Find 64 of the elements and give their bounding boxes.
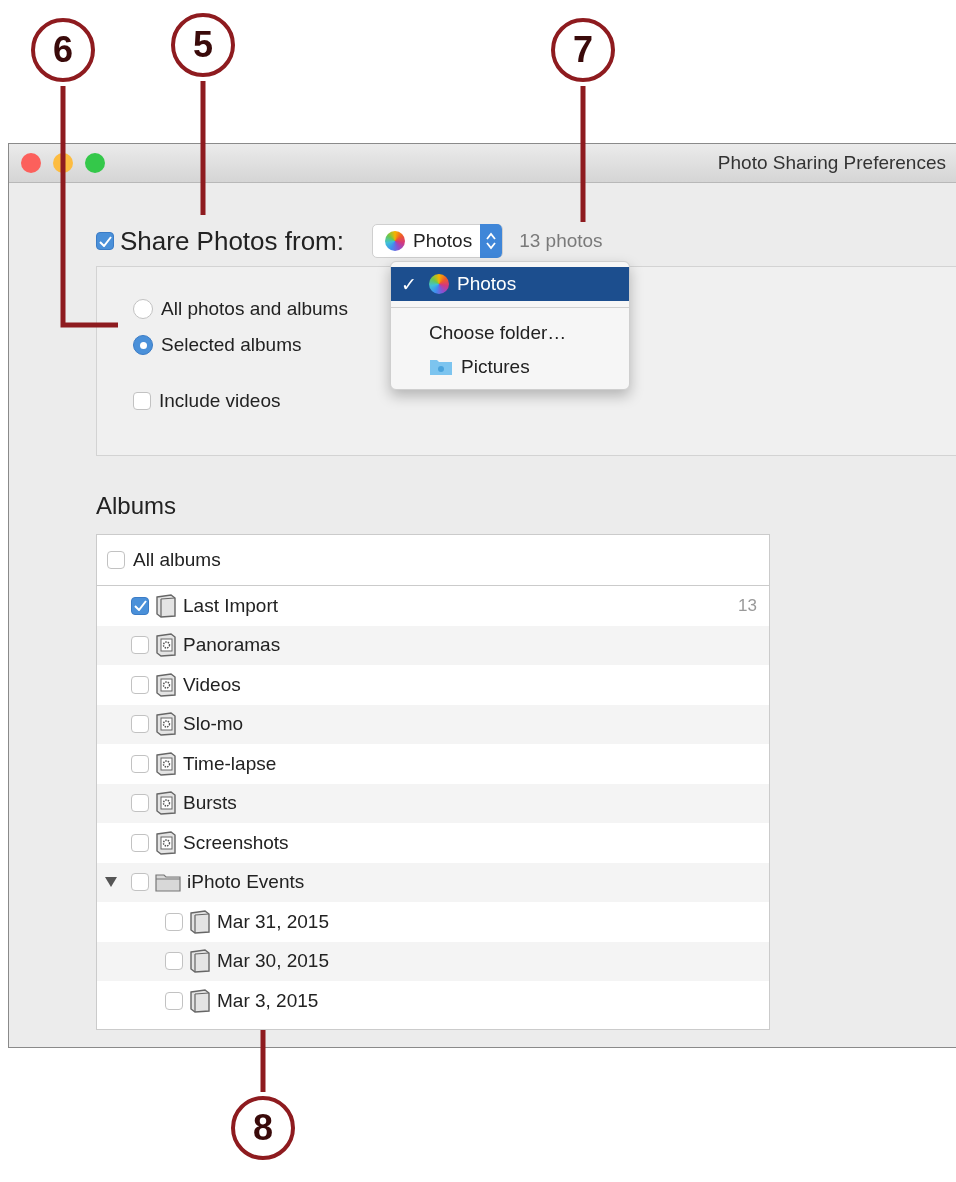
leader-line <box>260 1030 266 1092</box>
album-name: Mar 3, 2015 <box>217 989 319 1012</box>
zoom-button[interactable] <box>85 153 105 173</box>
photo-count: 13 <box>738 595 757 616</box>
all-albums-checkbox[interactable] <box>107 551 125 569</box>
album-name: Videos <box>183 673 241 696</box>
callout-number: 7 <box>551 18 615 82</box>
menu-item[interactable]: Pictures <box>391 350 629 384</box>
album-name: Bursts <box>183 792 237 815</box>
album-icon <box>189 909 211 934</box>
checkmark-icon: ✓ <box>401 273 417 296</box>
radio-button[interactable] <box>133 299 153 319</box>
album-checkbox[interactable] <box>131 754 149 773</box>
photos-app-icon <box>385 231 405 251</box>
close-button[interactable] <box>21 153 41 173</box>
albums-heading: Albums <box>96 492 178 520</box>
share-label: Share Photos from: <box>120 225 344 257</box>
album-name: Mar 31, 2015 <box>217 910 329 933</box>
album-checkbox[interactable] <box>131 833 149 852</box>
menu-item[interactable]: ✓ Photos <box>391 267 629 301</box>
album-icon <box>189 949 211 974</box>
checkbox-label: Include videos <box>159 390 281 412</box>
radio-label: Selected albums <box>161 334 302 356</box>
album-checkbox[interactable] <box>131 596 149 615</box>
callout-number: 8 <box>231 1096 295 1160</box>
album-checkbox[interactable] <box>131 794 149 813</box>
source-popup[interactable]: Photos <box>372 224 504 258</box>
folder-icon <box>429 358 453 376</box>
album-checkbox[interactable] <box>165 912 183 931</box>
album-icon <box>189 988 211 1013</box>
album-checkbox[interactable] <box>131 715 149 734</box>
album-checkbox[interactable] <box>165 991 183 1010</box>
folder-icon <box>155 872 181 893</box>
album-name: Screenshots <box>183 831 289 854</box>
album-name: Panoramas <box>183 634 281 657</box>
gear-album-icon <box>155 712 177 737</box>
include-videos-checkbox[interactable] <box>133 392 151 410</box>
window-title: Photo Sharing Preferences <box>717 152 946 174</box>
gear-album-icon <box>155 751 177 776</box>
gear-album-icon <box>155 633 177 658</box>
disclosure-triangle-icon[interactable] <box>104 876 118 889</box>
share-checkbox[interactable] <box>96 232 114 250</box>
photos-app-icon <box>429 274 449 294</box>
menu-item[interactable]: Choose folder… <box>391 316 629 350</box>
album-name: Mar 30, 2015 <box>217 950 329 973</box>
all-albums-label: All albums <box>133 549 221 571</box>
album-checkbox[interactable] <box>165 952 183 971</box>
album-name: Last Import <box>183 594 279 617</box>
radio-button[interactable] <box>133 335 153 355</box>
album-icon <box>155 593 177 618</box>
album-name: iPhoto Events <box>187 871 305 894</box>
album-checkbox[interactable] <box>131 636 149 655</box>
gear-album-icon <box>155 672 177 697</box>
callout-number: 6 <box>31 18 95 82</box>
stepper-icon <box>480 224 503 258</box>
gear-album-icon <box>155 791 177 816</box>
album-name: Slo-mo <box>183 713 244 736</box>
callout-number: 5 <box>171 13 235 77</box>
album-name: Time-lapse <box>183 752 277 775</box>
radio-label: All photos and albums <box>161 298 348 320</box>
album-checkbox[interactable] <box>131 675 149 694</box>
gear-album-icon <box>155 830 177 855</box>
photo-count: 13 photos <box>519 230 603 252</box>
album-checkbox[interactable] <box>131 873 149 892</box>
